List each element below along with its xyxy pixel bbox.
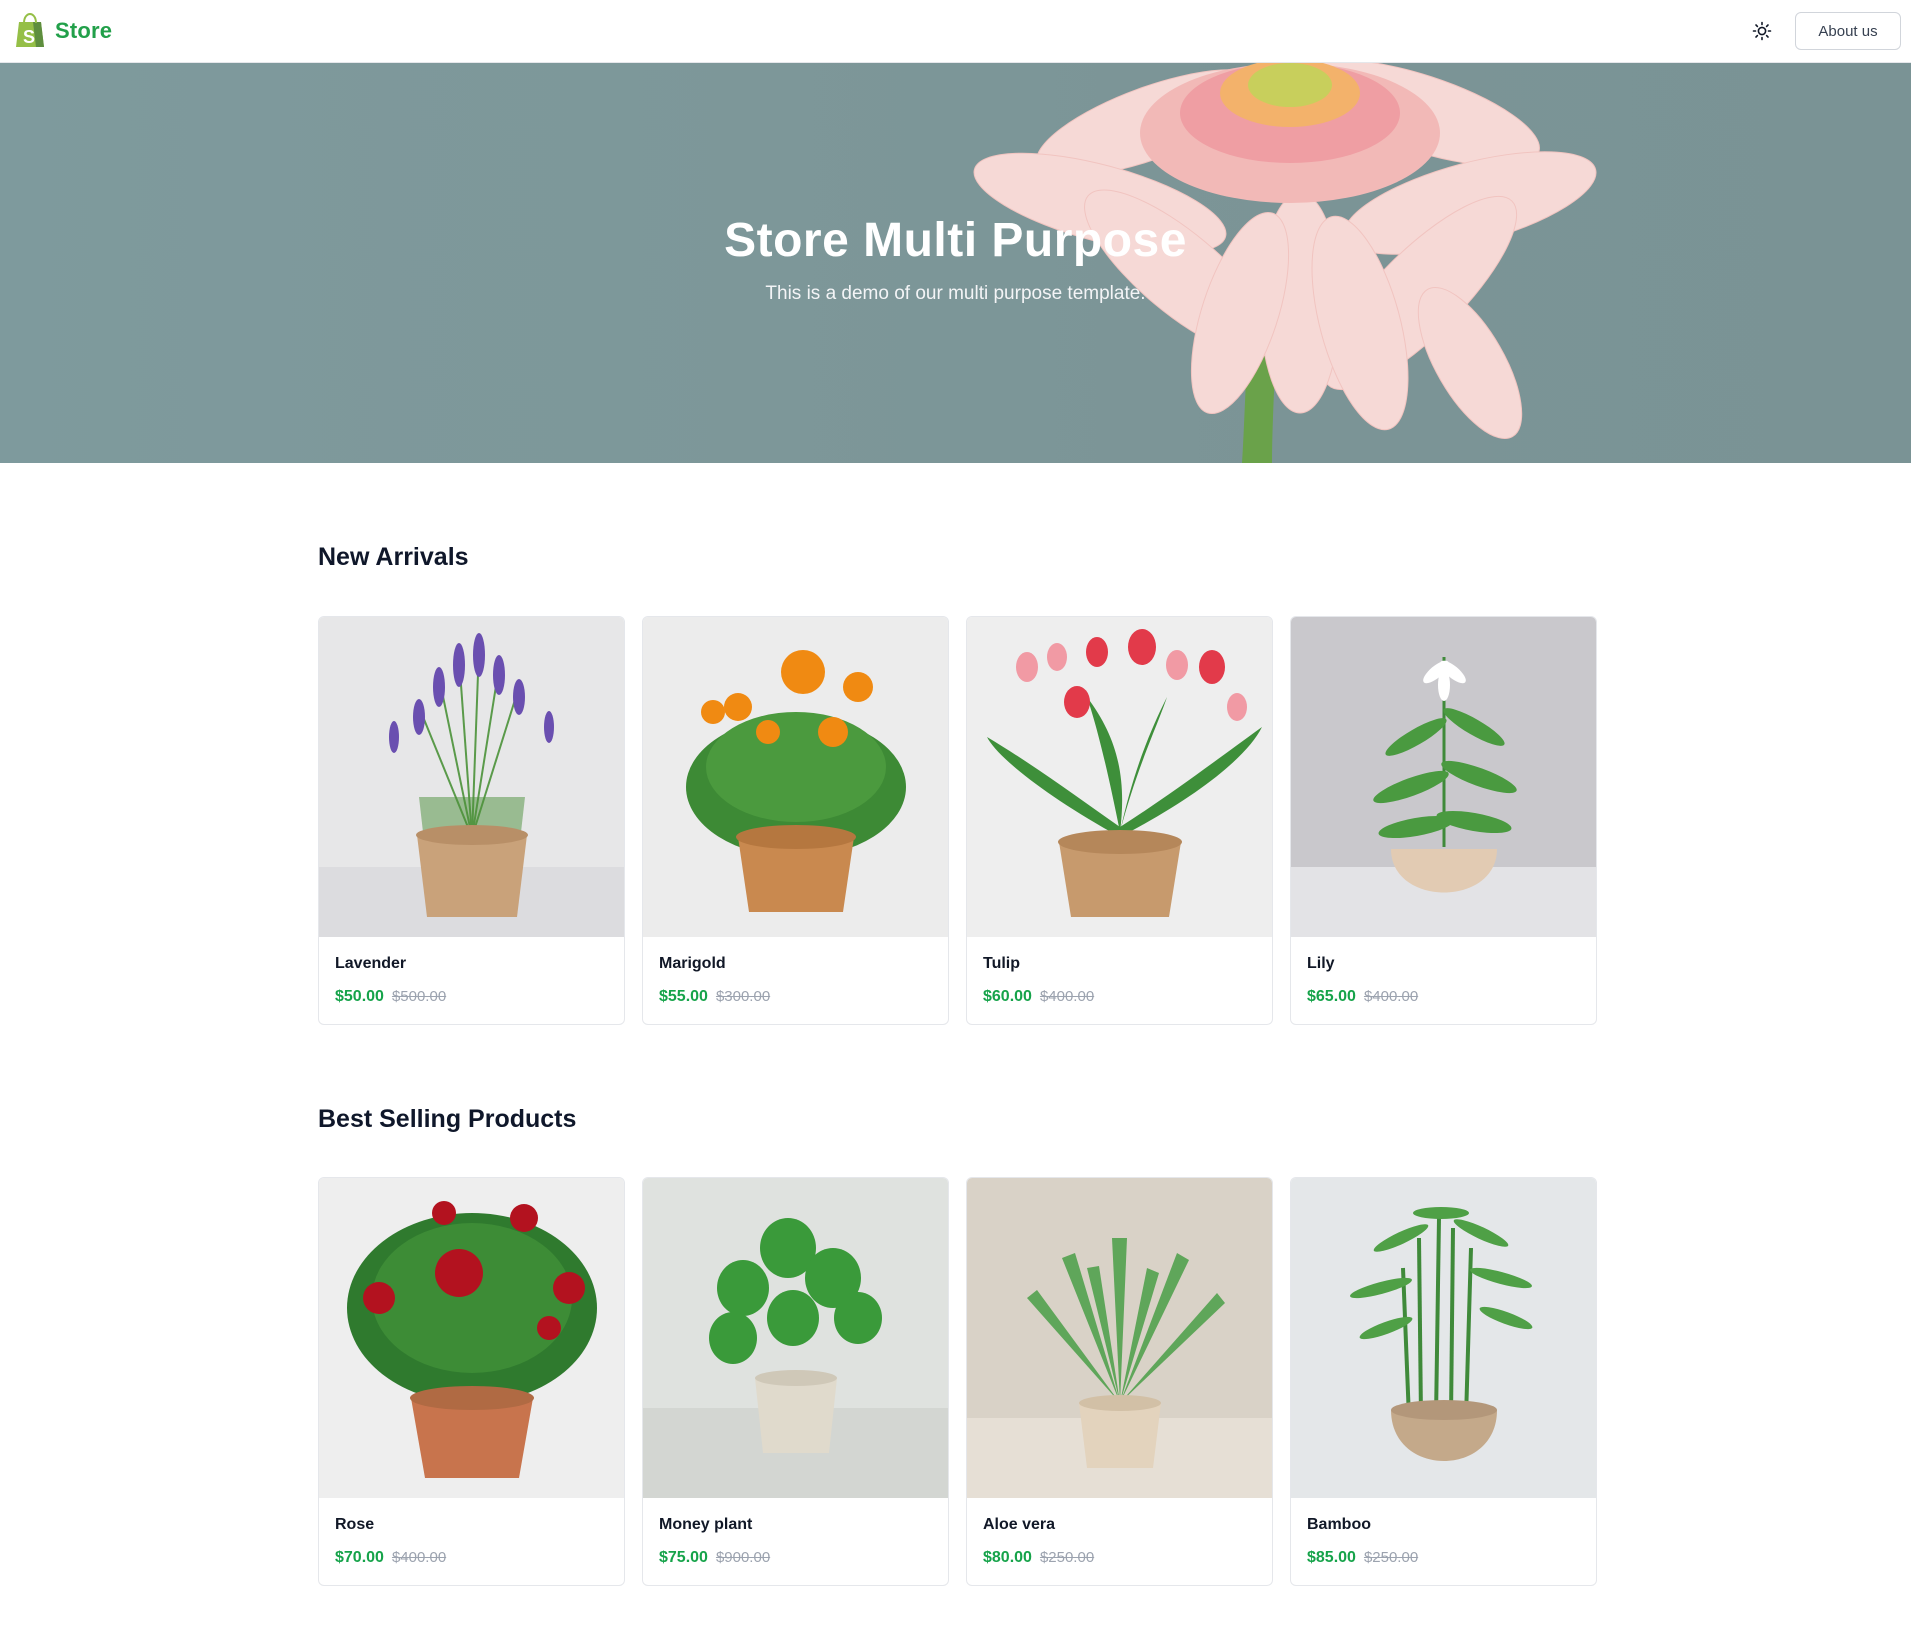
product-name: Aloe vera <box>983 1516 1056 1533</box>
product-price: $55.00 <box>659 988 708 1005</box>
product-old-price: $300.00 <box>715 988 771 1005</box>
sun-icon <box>1752 21 1772 41</box>
product-price: $70.00 <box>335 1549 384 1566</box>
product-old-price: $500.00 <box>391 988 447 1005</box>
product-card-lavender[interactable]: Lavender $50.00 $500.00 <box>318 616 625 1025</box>
product-price: $50.00 <box>335 988 384 1005</box>
product-old-price: $400.00 <box>391 1549 447 1566</box>
product-price: $80.00 <box>983 1549 1032 1566</box>
product-old-price: $250.00 <box>1363 1549 1419 1566</box>
product-card-money-plant[interactable]: Money plant $75.00 $900.00 <box>642 1177 949 1586</box>
product-name: Rose <box>335 1516 375 1533</box>
product-card-tulip[interactable]: Tulip $60.00 $400.00 <box>966 616 1273 1025</box>
product-price: $65.00 <box>1307 988 1356 1005</box>
best-selling-heading: Best Selling Products <box>318 1105 577 1133</box>
product-old-price: $400.00 <box>1039 988 1095 1005</box>
marigold-image <box>643 617 948 937</box>
brand-link[interactable]: S Store <box>13 13 112 49</box>
product-card-marigold[interactable]: Marigold $55.00 $300.00 <box>642 616 949 1025</box>
top-navbar: S Store About us <box>0 0 1911 63</box>
product-name: Marigold <box>659 955 726 972</box>
new-arrivals-grid: Lavender $50.00 $500.00 Marigold $55.00 … <box>318 616 1597 1025</box>
product-price: $60.00 <box>983 988 1032 1005</box>
about-us-button[interactable]: About us <box>1795 12 1901 50</box>
lavender-image <box>319 617 624 937</box>
lily-image <box>1291 617 1596 937</box>
product-name: Bamboo <box>1307 1516 1371 1533</box>
product-name: Tulip <box>983 955 1021 972</box>
product-name: Lily <box>1307 955 1335 972</box>
money-plant-image <box>643 1178 948 1498</box>
product-name: Lavender <box>335 955 407 972</box>
product-name: Money plant <box>659 1516 753 1533</box>
product-old-price: $400.00 <box>1363 988 1419 1005</box>
product-old-price: $900.00 <box>715 1549 771 1566</box>
hero-title: Store Multi Purpose <box>724 214 1187 267</box>
new-arrivals-heading: New Arrivals <box>318 543 469 571</box>
rose-image <box>319 1178 624 1498</box>
product-price: $85.00 <box>1307 1549 1356 1566</box>
product-card-bamboo[interactable]: Bamboo $85.00 $250.00 <box>1290 1177 1597 1586</box>
shopping-bag-logo-icon: S <box>16 13 44 47</box>
svg-text:S: S <box>23 27 35 47</box>
product-old-price: $250.00 <box>1039 1549 1095 1566</box>
brand-name: Store <box>55 18 113 43</box>
bamboo-image <box>1291 1178 1596 1498</box>
product-card-lily[interactable]: Lily $65.00 $400.00 <box>1290 616 1597 1025</box>
theme-toggle-button[interactable] <box>1748 17 1776 45</box>
product-card-aloe-vera[interactable]: Aloe vera $80.00 $250.00 <box>966 1177 1273 1586</box>
product-price: $75.00 <box>659 1549 708 1566</box>
product-card-rose[interactable]: Rose $70.00 $400.00 <box>318 1177 625 1586</box>
tulip-image <box>967 617 1272 937</box>
aloe-vera-image <box>967 1178 1272 1498</box>
hero-banner: Store Multi Purpose This is a demo of ou… <box>0 63 1911 463</box>
hero-subtitle: This is a demo of our multi purpose temp… <box>765 283 1146 304</box>
best-selling-grid: Rose $70.00 $400.00 Money plant $75.00 $… <box>318 1177 1597 1586</box>
